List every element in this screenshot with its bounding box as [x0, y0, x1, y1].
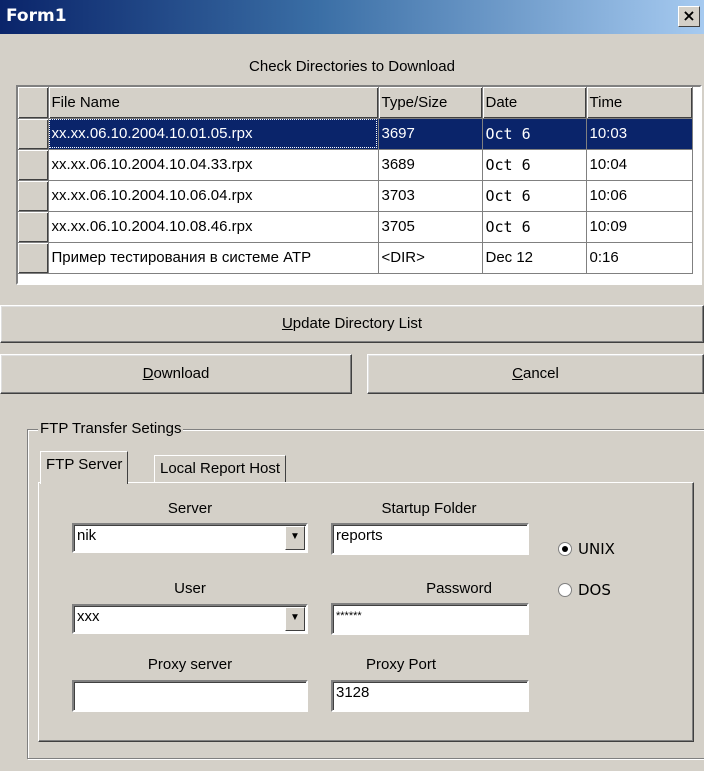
- time-cell[interactable]: 10:09: [586, 211, 693, 243]
- type-size-cell[interactable]: 3697: [378, 118, 483, 150]
- date-cell[interactable]: Oct 6: [482, 180, 587, 212]
- table-row[interactable]: Пример тестирования в системе ATP <DIR> …: [18, 242, 693, 274]
- row-header[interactable]: [18, 211, 49, 243]
- table-row[interactable]: xx.xx.06.10.2004.10.04.33.rpx 3689 Oct 6…: [18, 149, 693, 181]
- radio-unselected-icon: [558, 583, 572, 597]
- row-header[interactable]: [18, 242, 49, 274]
- time-cell[interactable]: 0:16: [586, 242, 693, 274]
- password-label: Password: [426, 580, 492, 597]
- title-bar: Form1 ×: [0, 0, 704, 34]
- type-size-cell[interactable]: 3689: [378, 149, 483, 181]
- download-button[interactable]: Download: [0, 354, 352, 394]
- row-header[interactable]: [18, 180, 49, 212]
- radio-dos[interactable]: DOS: [558, 581, 611, 599]
- file-name-cell[interactable]: xx.xx.06.10.2004.10.08.46.rpx: [48, 211, 379, 243]
- table-row[interactable]: xx.xx.06.10.2004.10.08.46.rpx 3705 Oct 6…: [18, 211, 693, 243]
- server-label: Server: [167, 500, 213, 517]
- server-value: nik: [77, 527, 97, 544]
- startup-folder-label: Startup Folder: [381, 500, 477, 517]
- tab-local-report-host[interactable]: Local Report Host: [154, 455, 287, 482]
- date-cell[interactable]: Oct 6: [482, 211, 587, 243]
- proxy-port-input[interactable]: 3128: [331, 680, 529, 712]
- tab-ftp-server[interactable]: FTP Server: [40, 451, 129, 484]
- radio-unix[interactable]: UNIX: [558, 540, 615, 558]
- startup-folder-input[interactable]: reports: [331, 523, 529, 555]
- ftp-settings-label: FTP Transfer Setings: [38, 420, 184, 437]
- date-cell[interactable]: Oct 6: [482, 149, 587, 181]
- type-size-cell[interactable]: <DIR>: [378, 242, 483, 274]
- user-label: User: [174, 580, 206, 597]
- directory-grid[interactable]: File Name Type/Size Date Time xx.xx.06.1…: [16, 85, 702, 285]
- close-button[interactable]: ×: [678, 6, 700, 27]
- cancel-button[interactable]: Cancel: [367, 354, 704, 394]
- date-cell[interactable]: Oct 6: [482, 118, 587, 150]
- row-header[interactable]: [18, 149, 49, 181]
- time-cell[interactable]: 10:03: [586, 118, 693, 150]
- date-cell[interactable]: Dec 12: [482, 242, 587, 274]
- file-name-cell[interactable]: Пример тестирования в системе ATP: [48, 242, 379, 274]
- grid-header-row: File Name Type/Size Date Time: [18, 87, 693, 119]
- proxy-server-label: Proxy server: [147, 656, 233, 673]
- grid-caption: Check Directories to Download: [249, 58, 455, 75]
- table-row[interactable]: xx.xx.06.10.2004.10.01.05.rpx 3697 Oct 6…: [18, 118, 693, 150]
- file-name-cell[interactable]: xx.xx.06.10.2004.10.01.05.rpx: [48, 118, 379, 150]
- type-size-cell[interactable]: 3705: [378, 211, 483, 243]
- corner-cell: [18, 87, 49, 119]
- column-header-time[interactable]: Time: [586, 87, 693, 119]
- column-header-date[interactable]: Date: [482, 87, 587, 119]
- radio-selected-icon: [558, 542, 572, 556]
- proxy-port-label: Proxy Port: [365, 656, 437, 673]
- time-cell[interactable]: 10:06: [586, 180, 693, 212]
- time-cell[interactable]: 10:04: [586, 149, 693, 181]
- chevron-down-icon[interactable]: ▼: [285, 526, 305, 550]
- user-value: xxx: [77, 608, 100, 625]
- row-header[interactable]: [18, 118, 49, 150]
- window-title: Form1: [6, 6, 67, 26]
- table-row[interactable]: xx.xx.06.10.2004.10.06.04.rpx 3703 Oct 6…: [18, 180, 693, 212]
- type-size-cell[interactable]: 3703: [378, 180, 483, 212]
- proxy-server-input[interactable]: [72, 680, 308, 712]
- chevron-down-icon[interactable]: ▼: [285, 607, 305, 631]
- user-combobox[interactable]: xxx ▼: [72, 604, 308, 634]
- server-combobox[interactable]: nik ▼: [72, 523, 308, 553]
- file-name-cell[interactable]: xx.xx.06.10.2004.10.06.04.rpx: [48, 180, 379, 212]
- password-input[interactable]: ******: [331, 603, 529, 635]
- file-name-cell[interactable]: xx.xx.06.10.2004.10.04.33.rpx: [48, 149, 379, 181]
- column-header-type-size[interactable]: Type/Size: [378, 87, 483, 119]
- column-header-file-name[interactable]: File Name: [48, 87, 379, 119]
- update-directory-list-button[interactable]: Update Directory List: [0, 305, 704, 343]
